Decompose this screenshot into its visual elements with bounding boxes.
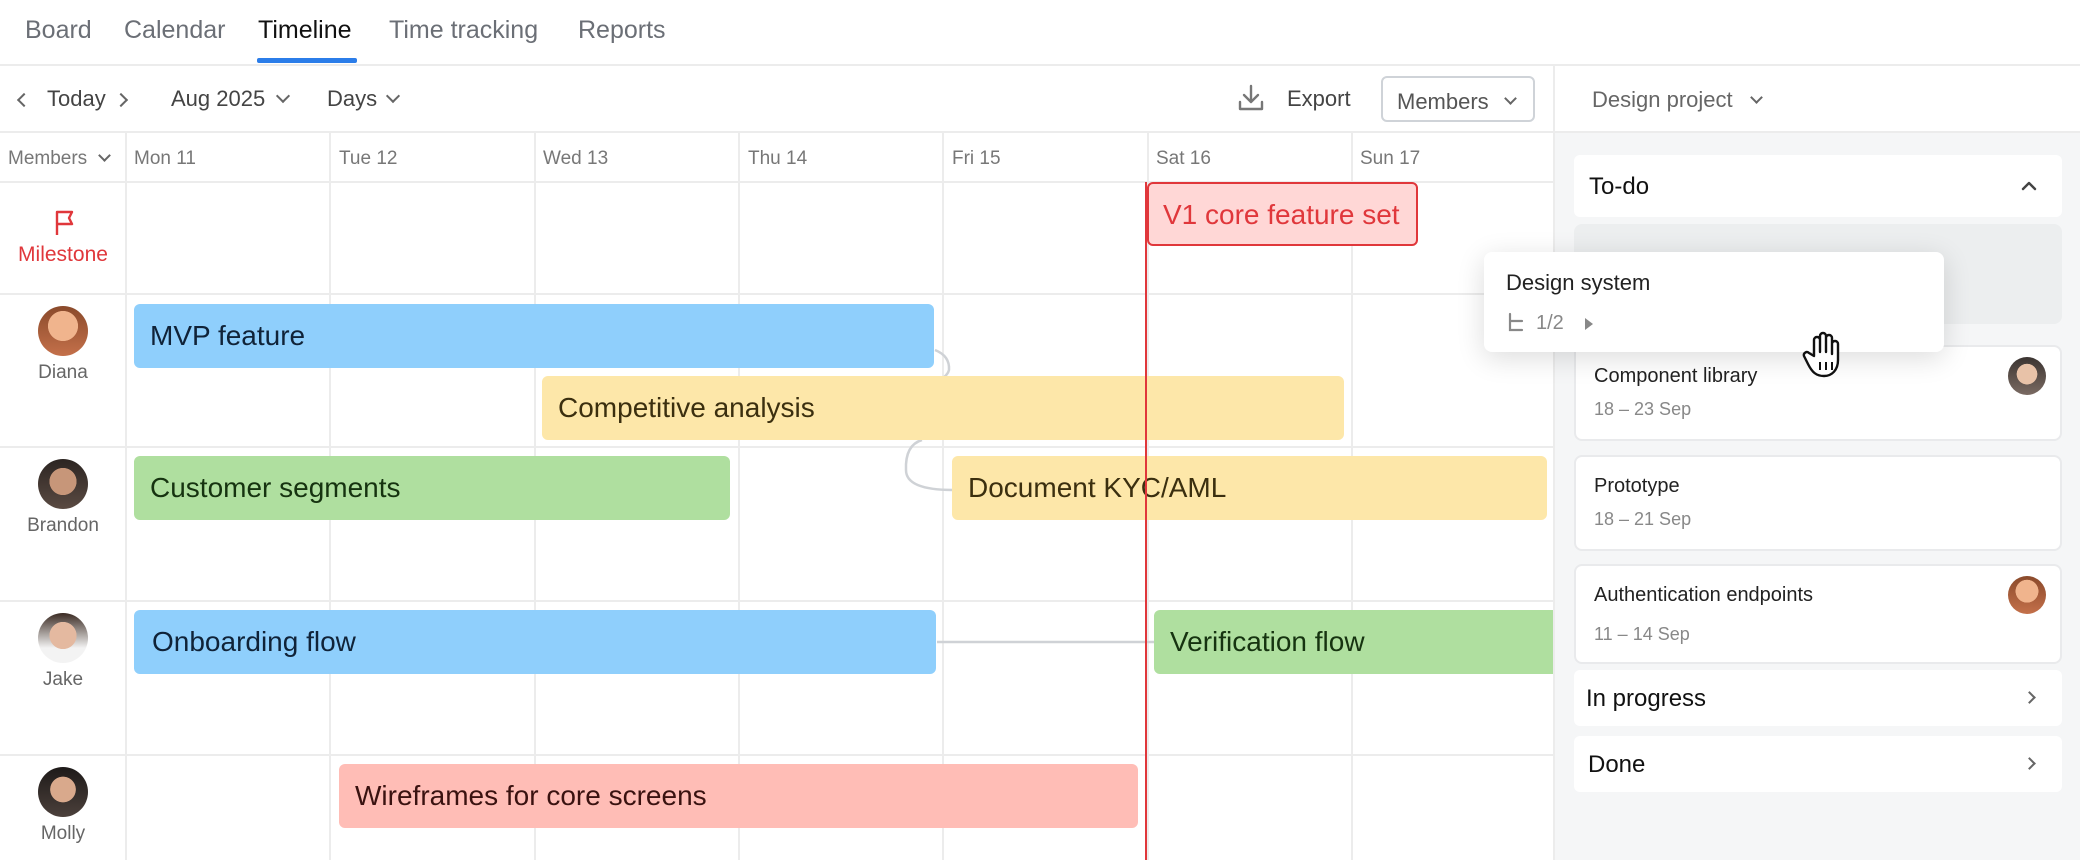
subtask-icon [1508,312,1524,332]
card-title: Design system [1506,270,1651,295]
section-todo[interactable]: To-do [1574,155,2062,217]
section-todo-label: To-do [1589,173,1650,200]
milestone-line [1145,182,1147,860]
task-bar-customer-segments[interactable]: Customer segments [134,456,730,520]
panel-header: Design project [1555,66,2080,133]
card-authentication-endpoints[interactable]: Authentication endpoints 11 – 14 Sep [1574,564,2062,664]
task-bar-mvp-feature[interactable]: MVP feature [134,304,934,368]
card-dates: 18 – 23 Sep [1594,399,1692,419]
card-prototype[interactable]: Prototype 18 – 21 Sep [1574,455,2062,551]
task-bar-verification-flow[interactable]: Verification flow [1154,610,1553,674]
milestone-v1-core-feature-set[interactable]: V1 core feature set [1147,182,1418,246]
avatar [2008,576,2046,614]
section-in-progress[interactable]: In progress [1574,670,2062,726]
section-done[interactable]: Done [1574,736,2062,792]
task-bar-competitive-analysis[interactable]: Competitive analysis [542,376,1344,440]
card-title: Prototype [1594,475,1680,497]
card-title: Component library [1594,365,1758,387]
project-selector[interactable]: Design project [1592,87,1733,113]
task-bar-onboarding-flow[interactable]: Onboarding flow [134,610,936,674]
task-bar-wireframes[interactable]: Wireframes for core screens [339,764,1138,828]
chevron-up-icon[interactable] [2020,179,2038,191]
section-in-progress-label: In progress [1586,685,1707,712]
card-title: Authentication endpoints [1594,584,1814,606]
chevron-right-icon[interactable] [2023,757,2036,770]
task-bar-document-kyc-aml[interactable]: Document KYC/AML [952,456,1547,520]
card-dates: 11 – 14 Sep [1594,624,1690,644]
avatar [2008,357,2046,395]
backlog-panel: Design project To-do Component library 1… [1553,66,2080,860]
project-chevron-down-icon[interactable] [1750,91,1763,104]
section-done-label: Done [1588,751,1646,778]
subtask-count: 1/2 [1536,312,1564,334]
card-dates: 18 – 21 Sep [1594,509,1692,529]
grab-cursor-icon [1802,331,1840,378]
caret-right-icon[interactable] [1584,317,1594,331]
dragged-card-design-system[interactable]: Design system 1/2 [1484,252,1944,352]
chevron-right-icon[interactable] [2023,691,2036,704]
